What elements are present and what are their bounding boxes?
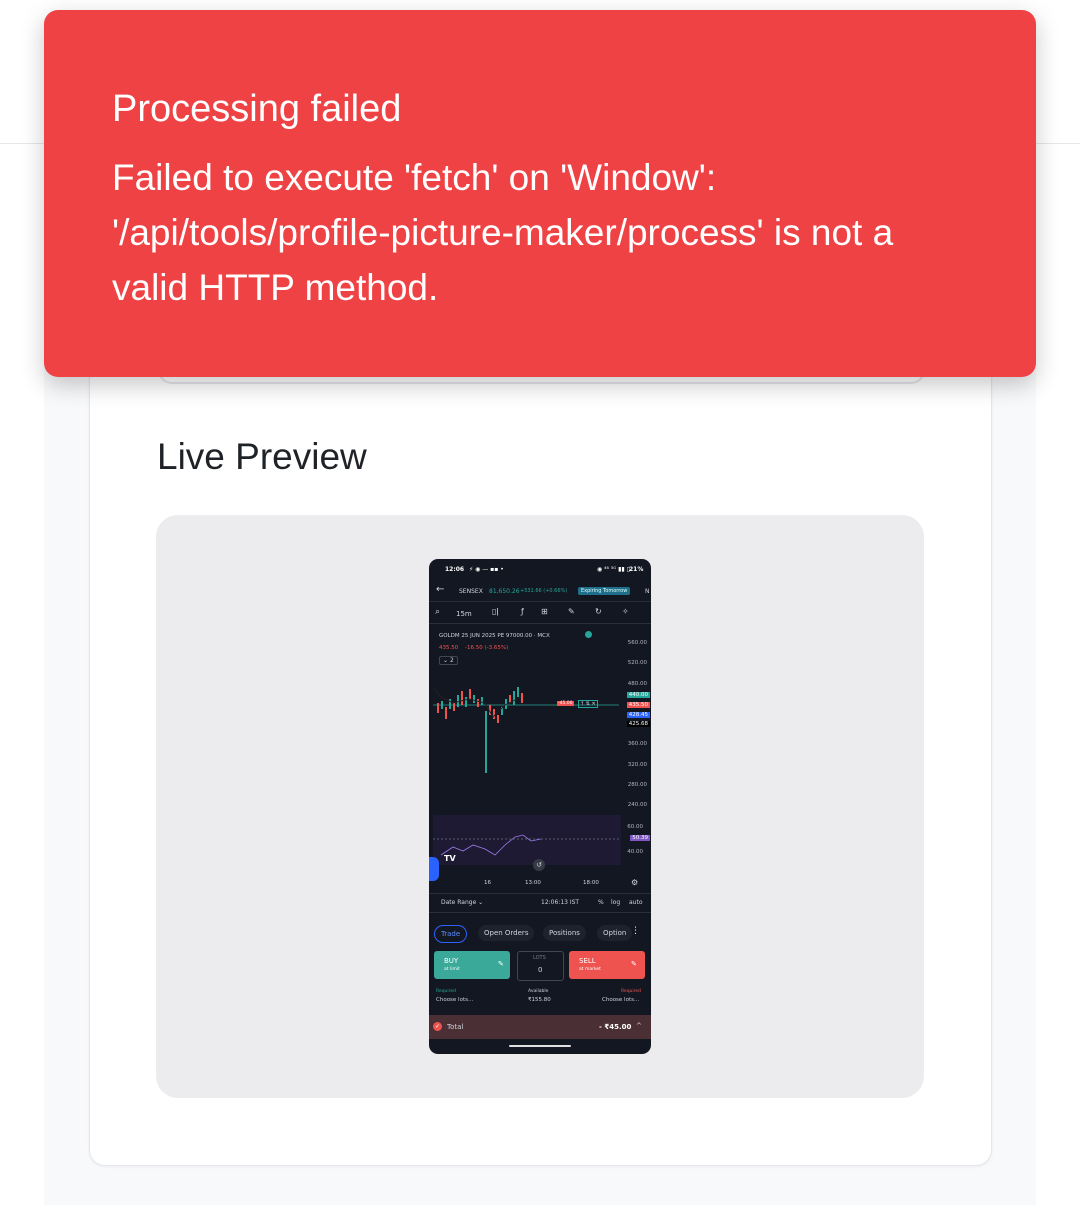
tab-option[interactable]: Option xyxy=(597,925,633,941)
ticker-price: 81,650.26 xyxy=(489,588,520,595)
ticker-symbol[interactable]: SENSEX xyxy=(459,588,483,595)
buy-label: BUY xyxy=(444,957,459,965)
search-icon[interactable]: ⌕ xyxy=(435,607,440,617)
expiring-badge: Expiring Tomorrow xyxy=(578,587,631,595)
rsi-axis-label: 40.00 xyxy=(627,849,643,855)
chart-timestamp: 12:06:13 IST xyxy=(541,899,580,906)
percent-toggle[interactable]: % xyxy=(598,899,604,906)
ticker-change: +531.66 (+0.66%) xyxy=(520,588,568,594)
axis-label: 280.00 xyxy=(627,782,647,788)
alert-icon[interactable]: ✧ xyxy=(622,607,629,616)
buy-sub: at limit xyxy=(444,967,460,972)
edit-icon: ✎ xyxy=(631,960,637,968)
axis-label: 360.00 xyxy=(627,741,647,747)
lots-input[interactable]: LOTS 0 xyxy=(517,951,564,981)
edit-icon: ✎ xyxy=(498,960,504,968)
indicators-icon[interactable]: ƒ xyxy=(521,607,524,616)
reset-chart-icon[interactable]: ↺ xyxy=(533,859,545,871)
more-options-icon[interactable]: ⋮ xyxy=(631,926,640,936)
signal-icon: ◉ ⁴⁶ ⁵ᴳ ▮▮ ▯ xyxy=(597,566,630,573)
phone-battery: 21% xyxy=(629,566,644,573)
axis-label: 520.00 xyxy=(627,660,647,666)
chevron-up-icon: ^ xyxy=(636,1022,642,1030)
phone-status-bar: 12:06 ⚡ ◉ — ▪▪ • ◉ ⁴⁶ ⁵ᴳ ▮▮ ▯ 21% xyxy=(429,559,651,579)
candles xyxy=(437,687,523,773)
indicator-count: 2 xyxy=(449,657,454,664)
price-tag-blue: 428.45 xyxy=(626,712,650,718)
axis-label: 320.00 xyxy=(627,762,647,768)
order-line-label[interactable]: -45.00 xyxy=(557,701,574,706)
instrument-name: GOLDM 25 JUN 2025 PE 97000.00 · MCX xyxy=(439,633,550,639)
preview-image: 12:06 ⚡ ◉ — ▪▪ • ◉ ⁴⁶ ⁵ᴳ ▮▮ ▯ 21% ← SENS… xyxy=(429,559,651,1054)
rsi-pane xyxy=(433,815,621,865)
axis-label: 480.00 xyxy=(627,681,647,687)
required-value-sell: Choose lots... xyxy=(602,997,640,1003)
time-label: 13:00 xyxy=(525,880,541,886)
sell-label: SELL xyxy=(579,957,596,965)
side-drawer-handle[interactable] xyxy=(429,857,439,881)
toast-title: Processing failed xyxy=(112,88,402,130)
tab-open-orders[interactable]: Open Orders xyxy=(478,925,535,941)
tab-trade[interactable]: Trade xyxy=(434,925,468,943)
total-label: Total xyxy=(447,1023,464,1031)
axis-label: 240.00 xyxy=(627,802,647,808)
chart-price-change: -16.50 (-3.65%) xyxy=(465,645,509,651)
auto-toggle[interactable]: auto xyxy=(629,899,643,906)
price-tag-red: 435.50 xyxy=(626,702,650,708)
available-label: Available xyxy=(528,989,549,994)
rsi-axis-label: 60.00 xyxy=(627,824,643,830)
settings-icon[interactable]: ⚙ xyxy=(631,878,638,887)
time-label: 18:00 xyxy=(583,880,599,886)
market-open-icon xyxy=(585,631,592,638)
total-bar[interactable]: ✓ Total - ₹45.00 ^ xyxy=(429,1015,651,1039)
error-toast[interactable]: Processing failed Failed to execute 'fet… xyxy=(44,10,1036,377)
total-value: - ₹45.00 xyxy=(599,1023,632,1031)
candlestick-chart xyxy=(432,686,619,773)
axis-label: 560.00 xyxy=(627,640,647,646)
price-tag-dark: 425.68 xyxy=(626,721,650,727)
time-label: 16 xyxy=(484,880,491,886)
rsi-chart xyxy=(433,834,621,856)
chart-footer: Date Range ⌄ 12:06:13 IST % log auto xyxy=(429,893,651,913)
required-label-sell: Required xyxy=(621,989,642,994)
symbol-bar: ← SENSEX 81,650.26 +531.66 (+0.66%) Expi… xyxy=(429,581,651,602)
next-symbol[interactable]: N xyxy=(645,588,650,595)
phone-time: 12:06 xyxy=(445,566,465,573)
toast-message: Failed to execute 'fetch' on 'Window': '… xyxy=(112,157,894,308)
buy-button[interactable]: BUY at limit ✎ xyxy=(434,951,510,979)
interval-selector[interactable]: 15m xyxy=(456,610,472,618)
tradingview-logo: TV xyxy=(444,854,456,863)
order-line-controls[interactable]: ↑ ⇅ ✕ xyxy=(578,700,598,708)
date-range-label: Date Range xyxy=(441,899,477,906)
candles-icon[interactable]: ▯ǀ xyxy=(492,607,499,616)
price-tag-green: 440.00 xyxy=(626,692,650,698)
available-value: ₹155.80 xyxy=(528,997,551,1003)
rsi-tag: 50.39 xyxy=(630,835,650,841)
status-icons-left: ⚡ ◉ — ▪▪ • xyxy=(469,566,504,573)
date-range-selector[interactable]: Date Range ⌄ xyxy=(441,899,483,906)
required-label: Required xyxy=(436,989,457,994)
chart-toolbar: ⌕ 15m ▯ǀ ƒ ⊞ ✎ ↻ ✧ xyxy=(429,603,651,624)
lots-label: LOTS xyxy=(533,955,546,961)
sell-button[interactable]: SELL at market ✎ xyxy=(569,951,645,979)
indicators-toggle[interactable]: ⌄ 2 xyxy=(439,656,458,665)
drawing-tools-icon[interactable]: ✎ xyxy=(568,607,575,616)
layout-icon[interactable]: ⊞ xyxy=(541,607,548,616)
tab-positions[interactable]: Positions xyxy=(543,925,586,941)
home-indicator xyxy=(509,1045,571,1047)
chart-last-price: 435.50 xyxy=(439,645,459,651)
live-preview-heading: Live Preview xyxy=(157,436,367,477)
check-icon: ✓ xyxy=(433,1022,442,1031)
log-toggle[interactable]: log xyxy=(611,899,620,906)
lots-value: 0 xyxy=(538,966,543,974)
sell-sub: at market xyxy=(579,967,601,972)
refresh-icon[interactable]: ↻ xyxy=(595,607,602,616)
back-arrow-icon[interactable]: ← xyxy=(436,584,444,595)
required-value: Choose lots... xyxy=(436,997,474,1003)
